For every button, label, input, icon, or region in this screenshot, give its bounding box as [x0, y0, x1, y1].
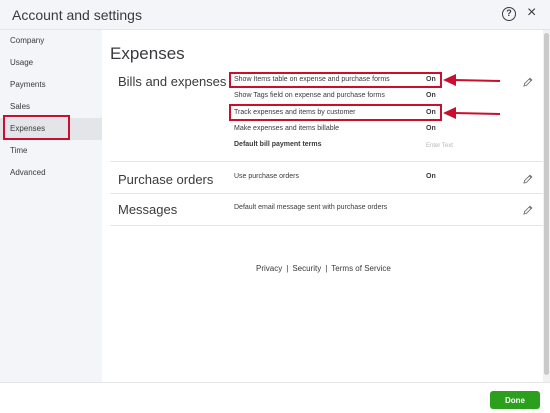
section-divider: [110, 161, 543, 162]
setting-label-use-purchase-orders: Use purchase orders: [234, 173, 299, 180]
pencil-icon[interactable]: [522, 173, 534, 185]
footer-links: Privacy | Security | Terms of Service: [256, 264, 391, 273]
setting-value-billable: On: [426, 125, 436, 132]
setting-label-tags-field: Show Tags field on expense and purchase …: [234, 92, 385, 99]
privacy-link[interactable]: Privacy: [256, 264, 282, 273]
sidebar-item-advanced[interactable]: Advanced: [0, 162, 102, 184]
terms-of-service-link[interactable]: Terms of Service: [331, 264, 391, 273]
setting-value-use-purchase-orders: On: [426, 173, 436, 180]
sidebar-item-usage[interactable]: Usage: [0, 52, 102, 74]
setting-label-default-email: Default email message sent with purchase…: [234, 204, 388, 211]
items-table-highlight-box: [229, 72, 442, 88]
expenses-highlight-box: [3, 115, 70, 140]
setting-value-tags-field: On: [426, 92, 436, 99]
sidebar-item-payments[interactable]: Payments: [0, 74, 102, 96]
bottom-bar: [0, 382, 550, 413]
pencil-icon[interactable]: [522, 204, 534, 216]
footer-separator: |: [325, 264, 328, 273]
section-divider: [110, 225, 543, 226]
section-title-messages: Messages: [118, 202, 178, 217]
track-customer-highlight-box: [229, 104, 442, 121]
setting-label-bill-payment-terms: Default bill payment terms: [234, 141, 322, 148]
page-title: Expenses: [110, 44, 185, 63]
done-button[interactable]: Done: [490, 391, 540, 409]
pencil-icon[interactable]: [522, 76, 534, 88]
section-title-purchase-orders: Purchase orders: [118, 172, 214, 187]
close-icon[interactable]: ×: [527, 4, 536, 22]
security-link[interactable]: Security: [292, 264, 321, 273]
sidebar-item-time[interactable]: Time: [0, 140, 102, 162]
scrollbar-thumb[interactable]: [544, 33, 549, 375]
settings-sidebar: Company Usage Payments Sales Expenses Ti…: [0, 30, 102, 382]
help-icon[interactable]: ?: [502, 7, 516, 21]
sidebar-item-company[interactable]: Company: [0, 30, 102, 52]
highlight-arrow-icon: [443, 107, 501, 119]
title-bar: Account and settings ? ×: [0, 0, 550, 30]
window-title: Account and settings: [12, 7, 142, 23]
setting-label-billable: Make expenses and items billable: [234, 125, 340, 132]
footer-separator: |: [286, 264, 289, 273]
highlight-arrow-icon: [443, 74, 501, 86]
section-title-bills: Bills and expenses: [118, 74, 227, 89]
section-divider: [110, 193, 543, 194]
bill-payment-terms-placeholder: Enter Text: [426, 143, 453, 149]
